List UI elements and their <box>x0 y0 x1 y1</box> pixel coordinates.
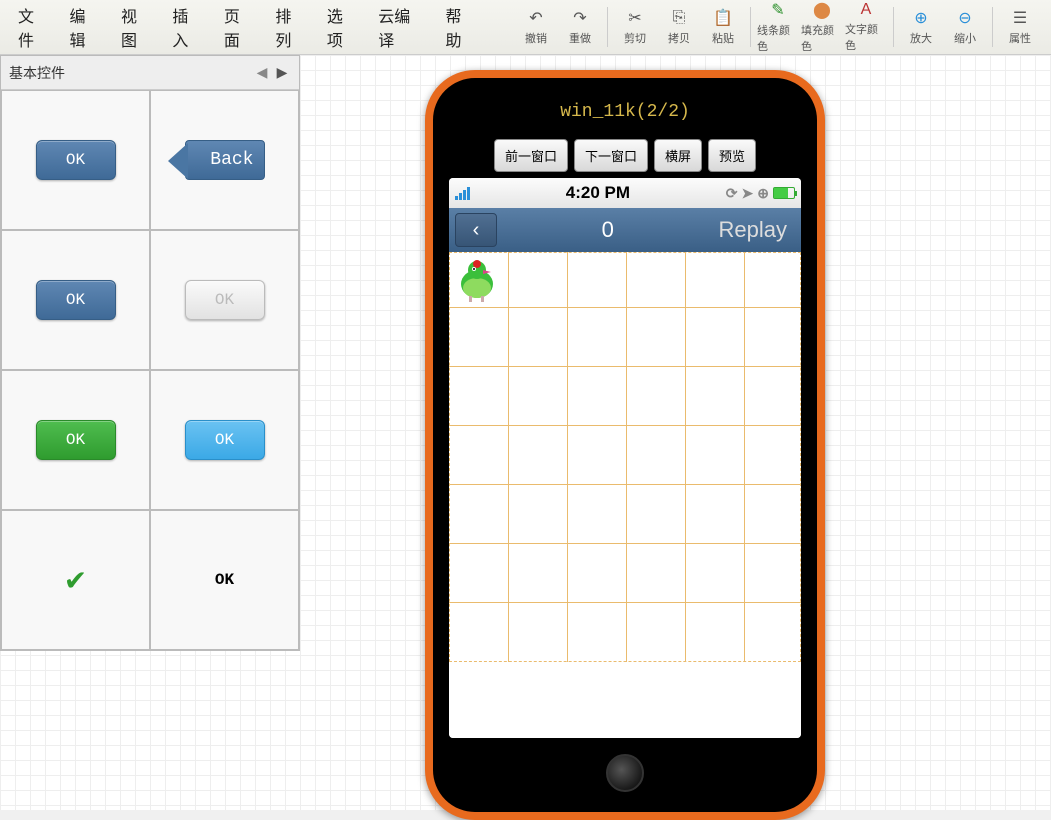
canvas[interactable]: 基本控件 ◀ ▶ OKBackOKOKOKOK✔OK win_11k(2/2) … <box>0 55 1051 810</box>
menu-云编译[interactable]: 云编译 <box>370 0 433 55</box>
location-icon: ➤ <box>742 185 754 202</box>
phone-ctrl-前一窗口[interactable]: 前一窗口 <box>494 139 568 172</box>
phone-ctrl-下一窗口[interactable]: 下一窗口 <box>574 139 648 172</box>
palette-cell-2[interactable]: OK <box>1 230 150 370</box>
status-bar: 4:20 PM ⟳ ➤ ⊕ <box>449 178 801 208</box>
battery-icon <box>773 187 795 199</box>
palette-cell-4[interactable]: OK <box>1 370 150 510</box>
palette-next-icon[interactable]: ▶ <box>273 63 291 83</box>
tool-拷贝[interactable]: ⎘拷贝 <box>658 4 700 50</box>
phone-window-title: win_11k(2/2) <box>433 78 817 122</box>
tool-填充颜色[interactable]: ⬤填充颜色 <box>801 4 843 50</box>
palette-cell-7[interactable]: OK <box>150 510 299 650</box>
tool-属性[interactable]: ☰属性 <box>999 4 1041 50</box>
tool-重做[interactable]: ↷重做 <box>559 4 601 50</box>
phone-screen: 4:20 PM ⟳ ➤ ⊕ ‹ 0 Replay <box>449 178 801 738</box>
palette-cell-0[interactable]: OK <box>1 90 150 230</box>
tool-粘贴[interactable]: 📋粘贴 <box>702 4 744 50</box>
lock-icon: ⊕ <box>757 185 769 202</box>
phone-ctrl-横屏[interactable]: 横屏 <box>654 139 702 172</box>
tool-撤销[interactable]: ↶撤销 <box>515 4 557 50</box>
home-button[interactable] <box>606 754 644 792</box>
game-canvas[interactable] <box>449 252 801 738</box>
tool-剪切[interactable]: ✂剪切 <box>614 4 656 50</box>
menu-排列[interactable]: 排列 <box>267 0 314 55</box>
tool-文字颜色[interactable]: A文字颜色 <box>845 4 887 50</box>
check-icon: ✔ <box>64 564 87 597</box>
back-button[interactable]: ‹ <box>455 213 497 247</box>
bird-sprite[interactable] <box>455 258 501 304</box>
tool-缩小[interactable]: ⊖缩小 <box>944 4 986 50</box>
score-label: 0 <box>497 217 719 243</box>
phone-ctrl-预览[interactable]: 预览 <box>708 139 756 172</box>
palette-cell-3[interactable]: OK <box>150 230 299 370</box>
grid-overlay <box>449 252 801 662</box>
menu-视图[interactable]: 视图 <box>113 0 160 55</box>
menu-插入[interactable]: 插入 <box>164 0 211 55</box>
phone-preview: win_11k(2/2) 前一窗口下一窗口横屏预览 4:20 PM ⟳ ➤ ⊕ … <box>425 70 825 820</box>
refresh-icon: ⟳ <box>726 185 738 202</box>
palette-prev-icon[interactable]: ◀ <box>253 63 271 83</box>
tool-放大[interactable]: ⊕放大 <box>900 4 942 50</box>
status-time: 4:20 PM <box>470 183 726 203</box>
menu-文件[interactable]: 文件 <box>10 0 57 55</box>
menu-页面[interactable]: 页面 <box>216 0 263 55</box>
menu-选项[interactable]: 选项 <box>319 0 366 55</box>
replay-button[interactable]: Replay <box>719 217 787 243</box>
signal-icon <box>455 186 470 200</box>
menu-帮助[interactable]: 帮助 <box>437 0 484 55</box>
widget-palette: 基本控件 ◀ ▶ OKBackOKOKOKOK✔OK <box>0 55 300 651</box>
app-nav-bar: ‹ 0 Replay <box>449 208 801 252</box>
palette-cell-1[interactable]: Back <box>150 90 299 230</box>
menubar: 文件编辑视图插入页面排列选项云编译帮助 ↶撤销↷重做 ✂剪切⎘拷贝📋粘贴 ✎线条颜色… <box>0 0 1051 55</box>
tool-线条颜色[interactable]: ✎线条颜色 <box>757 4 799 50</box>
menu-编辑[interactable]: 编辑 <box>61 0 108 55</box>
palette-cell-6[interactable]: ✔ <box>1 510 150 650</box>
palette-cell-5[interactable]: OK <box>150 370 299 510</box>
palette-title: 基本控件 <box>9 63 65 83</box>
